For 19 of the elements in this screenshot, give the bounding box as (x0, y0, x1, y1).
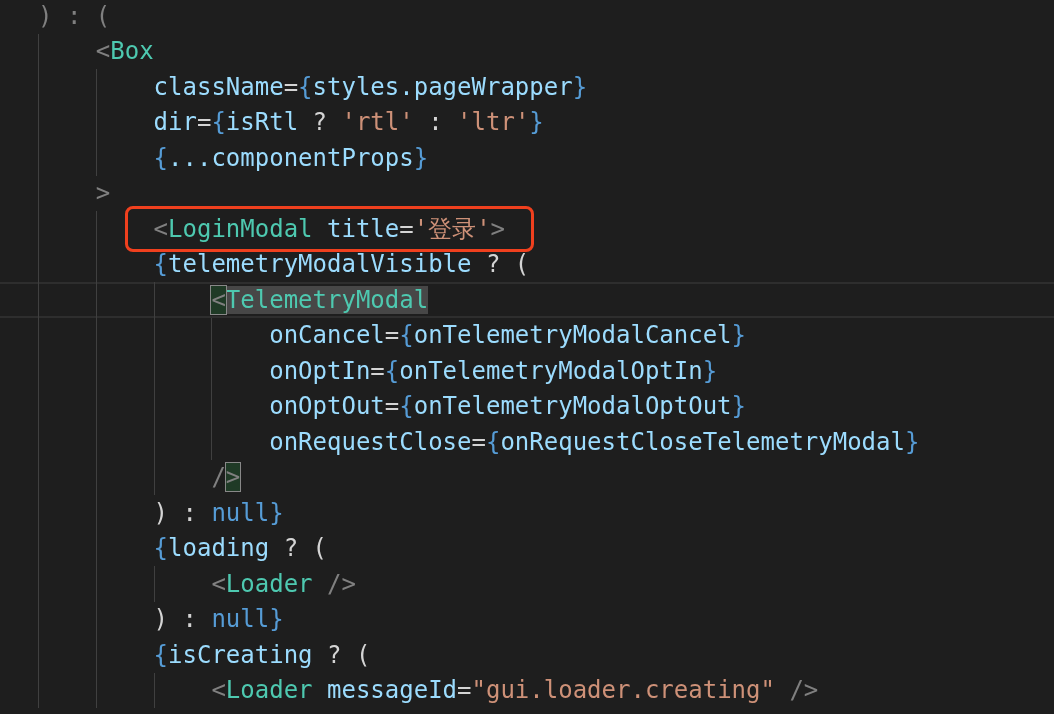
code-line: ) : null} (152, 497, 285, 529)
code-line: <Loader /> (210, 568, 357, 600)
code-line: <Box (94, 36, 155, 68)
code-line: {isCreating ? ( (152, 639, 372, 671)
code-line: dir={isRtl ? 'rtl' : 'ltr'} (152, 107, 545, 139)
code-line: {loading ? ( (152, 533, 328, 565)
code-line: onOptIn={onTelemetryModalOptIn} (268, 355, 719, 387)
code-line: ) : null} (152, 604, 285, 636)
code-line: {telemetryModalVisible ? ( (152, 249, 531, 281)
code-line: <Loader messageId="gui.loader.creating" /> (210, 675, 820, 707)
code-line: className={styles.pageWrapper} (152, 71, 589, 103)
highlight-box: <LoginModal title='登录'> (124, 205, 535, 252)
code-line: onRequestClose={onRequestCloseTelemetryModal} (268, 426, 921, 458)
code-line: onCancel={onTelemetryModalCancel} (268, 320, 748, 352)
code-line: ) : ( (37, 0, 112, 32)
code-line: {...componentProps} (152, 142, 430, 174)
code-line: > (94, 178, 112, 210)
code-line: <TelemetryModal (210, 284, 430, 316)
code-line: onOptOut={onTelemetryModalOptOut} (268, 391, 748, 423)
